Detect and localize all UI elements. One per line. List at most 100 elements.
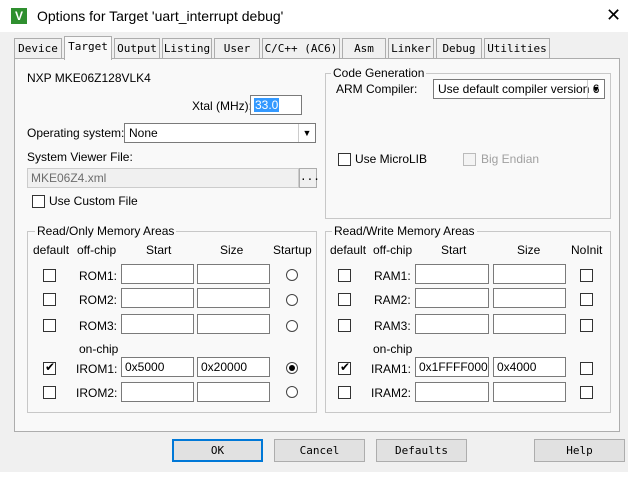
tab-linker[interactable]: Linker [388,38,434,59]
iram1-size-input[interactable]: 0x4000 [493,357,566,377]
rom-group-title: Read/Only Memory Areas [35,224,177,238]
svf-label: System Viewer File: [27,150,133,164]
irom2-start-input[interactable] [121,382,194,402]
tab-device[interactable]: Device [14,38,62,59]
rom-header-size: Size [220,243,244,257]
rom-header-start: Start [146,243,172,257]
ok-button[interactable]: OK [172,439,263,462]
svf-input: MKE06Z4.xml [27,168,299,188]
defaults-button[interactable]: Defaults [376,439,467,462]
ram1-start-input[interactable] [415,264,489,284]
arm-compiler-select[interactable]: Use default compiler version 6 ▼ [433,79,605,99]
tab-listing[interactable]: Listing [162,38,212,59]
microlib-checkbox[interactable] [338,153,351,166]
iram1-noinit-checkbox[interactable] [580,362,593,375]
iram2-noinit-checkbox[interactable] [580,386,593,399]
title-bar: V Options for Target 'uart_interrupt deb… [0,0,640,32]
rom1-startup-radio[interactable] [286,269,298,281]
ram1-noinit-checkbox[interactable] [580,269,593,282]
browse-button: ... [299,168,320,188]
ram1-default-checkbox[interactable] [338,269,351,282]
rom3-startup-radio[interactable] [286,320,298,332]
iram1-default-checkbox[interactable]: ✔ [338,360,351,375]
iram1-start-input[interactable]: 0x1FFFF000 [415,357,489,377]
rom1-default-checkbox[interactable] [43,269,56,282]
xtal-label: Xtal (MHz): [192,99,252,113]
cancel-button[interactable]: Cancel [274,439,365,462]
chevron-down-icon: ▼ [587,80,604,98]
keil-uvision-icon: V [11,8,27,24]
radio-selected-dot [289,365,295,371]
irom1-start-input[interactable]: 0x5000 [121,357,194,377]
ram3-size-input[interactable] [493,314,566,334]
ram3-label: RAM3: [374,319,411,333]
iram2-size-input[interactable] [493,382,566,402]
ram2-size-input[interactable] [493,288,566,308]
irom1-startup-radio[interactable] [286,362,298,374]
rom2-startup-radio[interactable] [286,294,298,306]
background-window-edge [628,32,640,477]
help-button[interactable]: Help [534,439,625,462]
ram2-noinit-checkbox[interactable] [580,293,593,306]
rom3-default-checkbox[interactable] [43,319,56,332]
rom2-default-checkbox[interactable] [43,293,56,306]
tab-user[interactable]: User [214,38,260,59]
ram2-label: RAM2: [374,293,411,307]
ram1-size-input[interactable] [493,264,566,284]
ram-onchip-label: on-chip [373,342,413,356]
irom2-default-checkbox[interactable] [43,386,56,399]
close-icon[interactable]: ✕ [606,6,621,24]
custom-file-checkbox[interactable] [32,195,45,208]
custom-file-label: Use Custom File [49,194,138,208]
ram2-default-checkbox[interactable] [338,293,351,306]
ram-header-start: Start [441,243,467,257]
ram1-label: RAM1: [374,269,411,283]
ram-header-default: default [330,243,367,257]
irom2-startup-radio[interactable] [286,386,298,398]
checkmark-icon: ✔ [45,360,56,374]
tab-asm[interactable]: Asm [342,38,386,59]
rom1-start-input[interactable] [121,264,194,284]
xtal-input[interactable]: 33.0 [250,95,302,115]
ram2-start-input[interactable] [415,288,489,308]
tab-output[interactable]: Output [114,38,160,59]
ram-header-size: Size [517,243,541,257]
irom1-default-checkbox[interactable]: ✔ [43,360,56,375]
rom3-label: ROM3: [79,319,118,333]
iram2-default-checkbox[interactable] [338,386,351,399]
window-title: Options for Target 'uart_interrupt debug… [37,8,284,24]
ram-group-title: Read/Write Memory Areas [332,224,477,238]
tab-c-cpp[interactable]: C/C++ (AC6) [262,38,340,59]
device-name: NXP MKE06Z128VLK4 [27,71,151,85]
iram2-start-input[interactable] [415,382,489,402]
ram3-noinit-checkbox[interactable] [580,319,593,332]
ram-header-noinit: NoInit [571,243,603,257]
xtal-value: 33.0 [254,98,280,112]
rom2-size-input[interactable] [197,288,270,308]
tab-debug[interactable]: Debug [436,38,482,59]
ram3-default-checkbox[interactable] [338,319,351,332]
ram3-start-input[interactable] [415,314,489,334]
rom2-label: ROM2: [79,293,118,307]
big-endian-label: Big Endian [481,152,540,166]
irom2-size-input[interactable] [197,382,270,402]
rom-header-default: default [33,243,70,257]
chevron-down-icon: ▼ [298,124,315,142]
arm-compiler-value: Use default compiler version 6 [438,82,600,96]
os-label: Operating system: [27,126,125,140]
rom3-start-input[interactable] [121,314,194,334]
checkmark-icon: ✔ [340,360,351,374]
tab-utilities[interactable]: Utilities [484,38,550,59]
arm-compiler-label: ARM Compiler: [336,82,418,96]
rom2-start-input[interactable] [121,288,194,308]
rom1-size-input[interactable] [197,264,270,284]
iram1-label: IRAM1: [371,362,412,376]
os-select[interactable]: None ▼ [124,123,316,143]
iram2-label: IRAM2: [371,386,412,400]
irom1-size-input[interactable]: 0x20000 [197,357,270,377]
tab-target[interactable]: Target [64,36,112,60]
rom3-size-input[interactable] [197,314,270,334]
rom-onchip-label: on-chip [79,342,119,356]
rom-header-offchip: off-chip [77,243,117,257]
ram-header-offchip: off-chip [373,243,413,257]
